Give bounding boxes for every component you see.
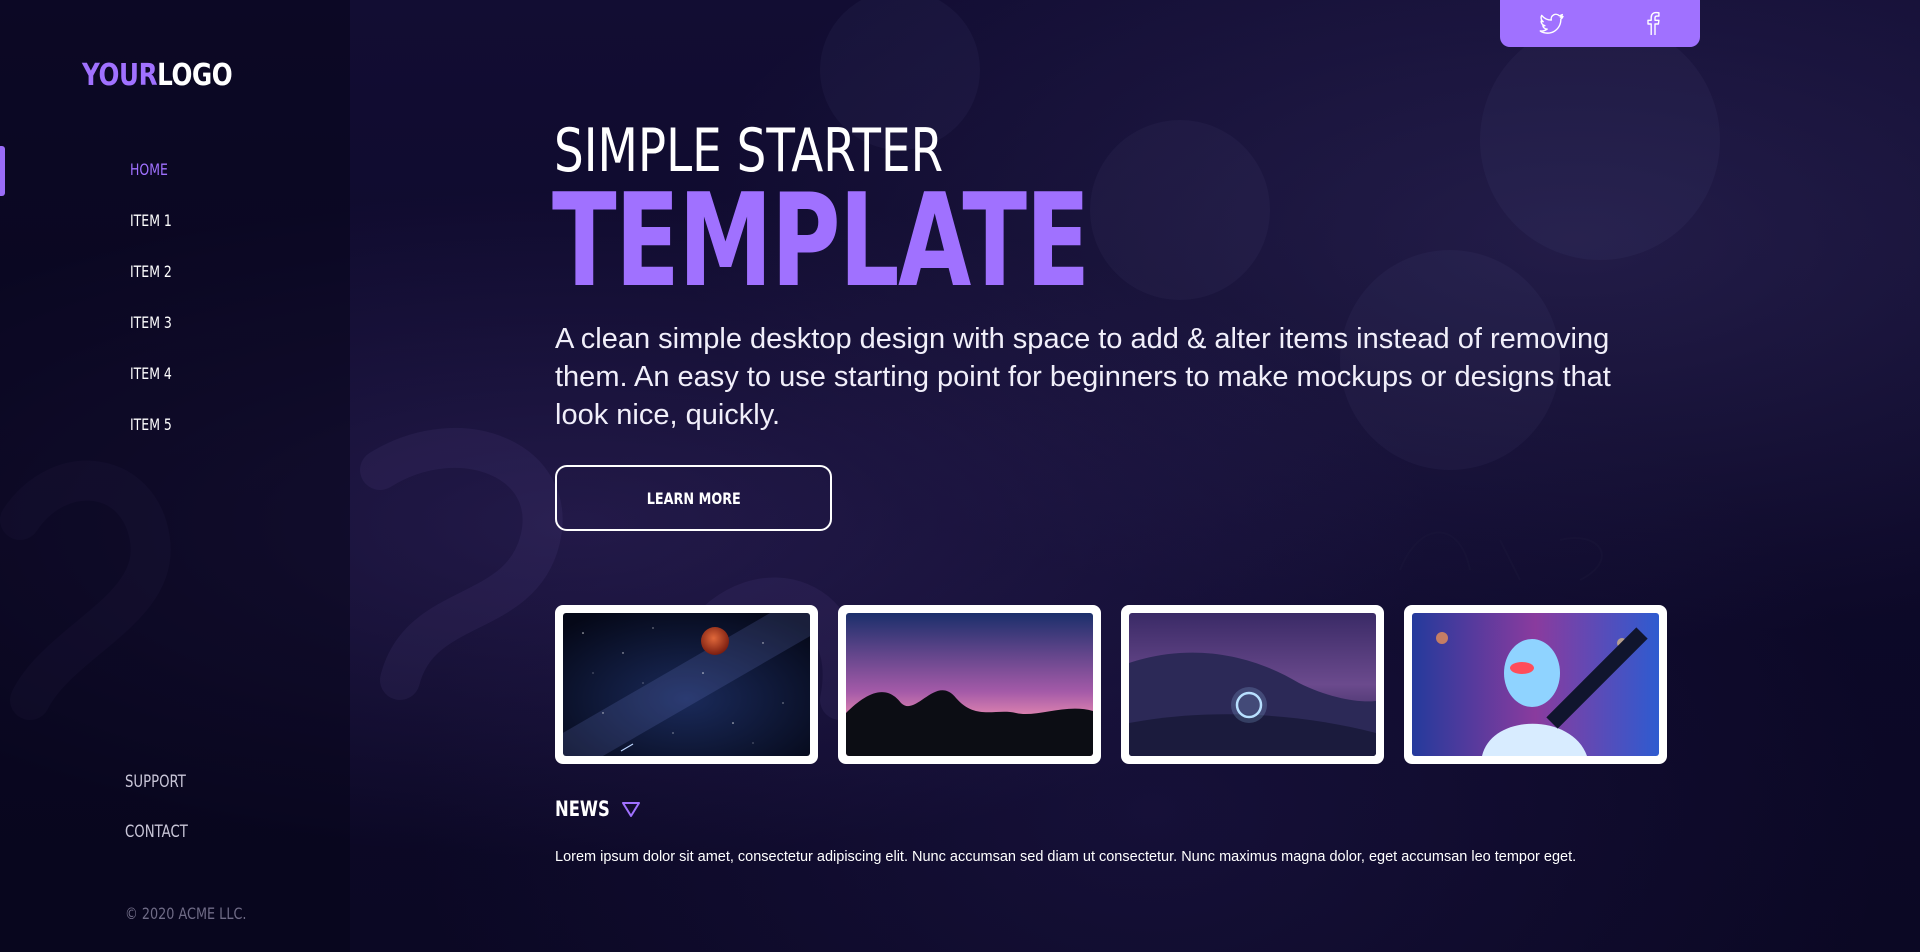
desert-rocks-image: [846, 613, 1093, 756]
light-painting-image: [1129, 613, 1376, 756]
page: YOURLOGO HOME ITEM 1 ITEM 2 ITEM 3 ITEM …: [0, 0, 1920, 952]
active-nav-indicator: [0, 146, 5, 196]
news-label: NEWS: [555, 797, 610, 821]
nav-item-5[interactable]: ITEM 5: [130, 415, 172, 466]
nav-item-home[interactable]: HOME: [130, 160, 172, 211]
news-text: Lorem ipsum dolor sit amet, consectetur …: [555, 849, 1577, 865]
news-header: NEWS: [555, 797, 641, 821]
social-bar: [1500, 0, 1700, 47]
nav-item-2[interactable]: ITEM 2: [130, 262, 172, 313]
logo-part-logo: LOGO: [157, 58, 233, 93]
learn-more-button[interactable]: LEARN MORE: [555, 465, 832, 531]
facebook-icon[interactable]: [1638, 8, 1668, 38]
nav-item-3[interactable]: ITEM 3: [130, 313, 172, 364]
support-link[interactable]: SUPPORT: [125, 772, 188, 822]
learn-more-label: LEARN MORE: [646, 488, 741, 508]
copyright-text: © 2020 ACME LLC.: [125, 904, 247, 923]
gallery-thumb-1[interactable]: [552, 595, 821, 774]
blood-moon-image: [552, 595, 821, 774]
gallery-thumb-4[interactable]: [1404, 605, 1667, 764]
nav-item-1[interactable]: ITEM 1: [130, 211, 172, 262]
nav-item-4[interactable]: ITEM 4: [130, 364, 172, 415]
logo[interactable]: YOURLOGO: [82, 58, 233, 93]
twitter-icon[interactable]: [1537, 8, 1567, 38]
main-nav: HOME ITEM 1 ITEM 2 ITEM 3 ITEM 4 ITEM 5: [130, 160, 184, 466]
contact-link[interactable]: CONTACT: [125, 822, 188, 872]
footer-nav: SUPPORT CONTACT: [125, 772, 206, 872]
gallery-thumb-2[interactable]: [838, 605, 1101, 764]
logo-part-your: YOUR: [82, 58, 158, 93]
gallery-thumb-3[interactable]: [1121, 605, 1384, 764]
image-gallery: [552, 595, 1667, 774]
hero-description: A clean simple desktop design with space…: [555, 323, 1611, 431]
chevron-down-icon[interactable]: [621, 800, 641, 818]
hero-title: TEMPLATE: [552, 167, 1090, 316]
neon-figure-image: [1412, 613, 1659, 756]
